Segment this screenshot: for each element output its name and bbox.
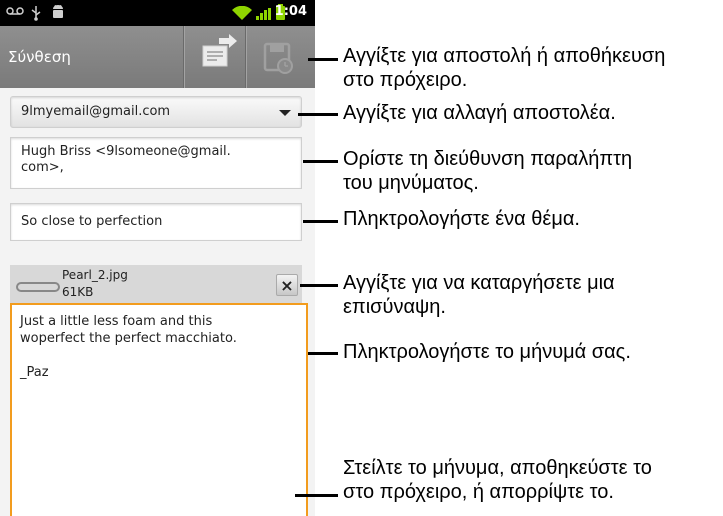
body-line: woperfect the perfect macchiato. [20,331,237,346]
message-body-field[interactable]: Just a little less foam and this woperfe… [10,303,308,516]
callout-message: Πληκτρολογήστε το μήνυμά σας. [343,341,631,363]
attachment-name: Pearl_2.jpg [62,268,128,282]
callout-change-sender: Αγγίξτε για αλλαγή αποστολέα. [343,102,616,124]
body-line: Just a little less foam and this [20,314,213,329]
clock: 1:04 [274,4,307,19]
wifi-icon [232,5,252,25]
voicemail-icon [6,5,24,22]
to-recipient-line2: com>, [21,160,64,175]
callout-remove-attachment: Αγγίξτε για να καταργήσετε μια επισύναψη. [343,272,615,318]
status-bar: 1:04 [0,0,315,26]
callout-pointer [295,494,338,497]
save-draft-icon [247,42,307,92]
signal-icon [256,8,271,20]
action-bar: Σύνθεση [0,26,315,88]
callout-send-discard: Στείλτε το μήνυμα, αποθηκεύστε το στο πρό… [343,457,652,503]
callout-subject: Πληκτρολογήστε ένα θέμα. [343,208,580,230]
page-title: Σύνθεση [8,48,71,66]
usb-icon [31,5,41,26]
close-icon: × [280,276,294,295]
send-button[interactable] [185,26,245,88]
callout-send-save: Αγγίξτε για αποστολή ή αποθήκευση στο πρό… [343,45,666,91]
save-draft-button[interactable] [247,26,307,88]
callout-pointer [303,160,338,163]
subject-value: So close to perfection [21,214,163,229]
phone-screen: 1:04 Σύνθεση 9lmyemail@gmail.com Hugh Br… [0,0,315,516]
callout-recipient: Ορίστε τη διεύθυνση παραλήπτη του μηνύματ… [343,148,633,194]
android-debug-icon [52,4,64,24]
paperclip-icon [16,282,60,292]
chevron-down-icon [279,110,291,116]
remove-attachment-button[interactable]: × [276,274,298,296]
attachment-item: Pearl_2.jpg 61KB × [10,265,302,303]
callout-pointer [308,352,338,355]
to-recipient-line1: Hugh Briss <9lsomeone@gmail. [21,144,231,159]
body-line: _Paz [20,365,49,380]
send-icon [185,34,245,92]
from-account-spinner[interactable]: 9lmyemail@gmail.com [10,96,302,128]
callout-pointer [298,113,338,116]
callout-pointer [308,58,338,61]
callout-pointer [300,284,338,287]
attachment-size: 61KB [62,285,94,299]
body-line [20,347,298,364]
to-field[interactable]: Hugh Briss <9lsomeone@gmail. com>, [10,137,302,189]
subject-field[interactable]: So close to perfection [10,203,302,241]
from-account-value: 9lmyemail@gmail.com [21,104,171,119]
callout-pointer [303,220,338,223]
